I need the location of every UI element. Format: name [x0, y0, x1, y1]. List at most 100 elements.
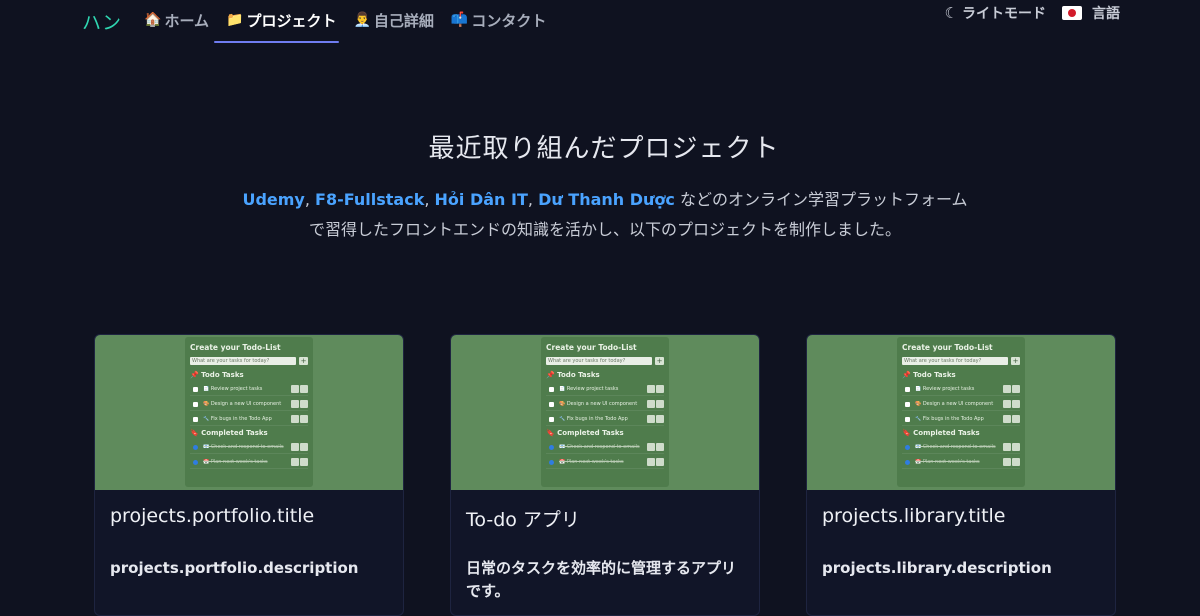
- moon-icon: ☾: [944, 4, 958, 22]
- project-description: projects.portfolio.description: [110, 559, 359, 577]
- project-card-portfolio[interactable]: Create your Todo-List What are your task…: [94, 334, 404, 616]
- project-thumbnail: Create your Todo-List What are your task…: [95, 335, 403, 490]
- home-icon: 🏠: [144, 12, 162, 28]
- nav-item-home[interactable]: 🏠 ホーム: [144, 0, 218, 40]
- nav-controls: ☾ ライトモード 言語: [945, 0, 1120, 26]
- todo-input-row: What are your tasks for today? +: [546, 357, 664, 365]
- completed-section-heading: 🔖 Completed Tasks: [190, 429, 268, 437]
- folder-icon: 📁: [226, 12, 244, 28]
- mailbox-icon: 📫: [450, 12, 469, 28]
- task-text: 🎨 Design a new UI component: [203, 401, 282, 407]
- todo-preview: Create your Todo-List What are your task…: [541, 337, 669, 487]
- list-item: 🎨 Design a new UI component: [546, 398, 664, 411]
- todo-input-row: What are your tasks for today? +: [902, 357, 1020, 365]
- completed-section-heading: 🔖 Completed Tasks: [546, 429, 624, 437]
- edit-icon: [291, 415, 299, 423]
- task-text: 🔧 Fix bugs in the Todo App: [559, 416, 628, 422]
- intro-tail: などのオンライン学習プラットフォーム: [680, 190, 968, 209]
- trash-icon: [1012, 400, 1020, 408]
- intro-text: Udemy, F8-Fullstack, Hỏi Dân IT, Dư Than…: [0, 185, 1200, 245]
- todo-heading: Create your Todo-List: [546, 343, 637, 352]
- list-item: 📅 Plan next week's tasks: [546, 456, 664, 469]
- todo-input: What are your tasks for today?: [546, 357, 652, 365]
- todo-heading: Create your Todo-List: [190, 343, 281, 352]
- task-text: 📄 Review project tasks: [559, 386, 619, 392]
- list-item: 📧 Check and respond to emails: [902, 441, 1020, 454]
- edit-icon: [291, 385, 299, 393]
- project-title: To-do アプリ: [466, 509, 580, 531]
- edit-icon: [1003, 458, 1011, 466]
- brand-logo[interactable]: ハン: [82, 8, 122, 35]
- plus-icon: +: [1011, 357, 1020, 365]
- page-title: 最近取り組んだプロジェクト: [428, 134, 780, 164]
- task-actions: [1003, 415, 1020, 423]
- checkbox: [905, 401, 910, 407]
- completed-section-heading: 🔖 Completed Tasks: [902, 429, 980, 437]
- language-button[interactable]: 言語: [1062, 3, 1120, 23]
- japan-flag-icon: [1062, 6, 1082, 20]
- task-text: 📅 Plan next week's tasks: [915, 459, 980, 465]
- task-actions: [291, 400, 308, 408]
- list-item: 📧 Check and respond to emails: [546, 441, 664, 454]
- task-actions: [647, 415, 664, 423]
- platform-name: F8-Fullstack: [315, 190, 425, 209]
- task-text: 🔧 Fix bugs in the Todo App: [915, 416, 984, 422]
- plus-icon: +: [655, 357, 664, 365]
- trash-icon: [300, 400, 308, 408]
- nav-item-about[interactable]: 👨‍💼 自己詳細: [353, 0, 442, 40]
- todo-input: What are your tasks for today?: [190, 357, 296, 365]
- list-item: 📅 Plan next week's tasks: [190, 456, 308, 469]
- edit-icon: [647, 415, 655, 423]
- todo-section-heading: 📌 Todo Tasks: [546, 371, 600, 379]
- trash-icon: [1012, 443, 1020, 451]
- list-item: 🎨 Design a new UI component: [190, 398, 308, 411]
- theme-toggle-button[interactable]: ☾ ライトモード: [945, 3, 1046, 23]
- project-thumbnail: Create your Todo-List What are your task…: [451, 335, 759, 490]
- task-actions: [1003, 443, 1020, 451]
- platform-name: Udemy: [242, 190, 305, 209]
- trash-icon: [300, 385, 308, 393]
- edit-icon: [291, 443, 299, 451]
- task-actions: [1003, 458, 1020, 466]
- list-item: 🔧 Fix bugs in the Todo App: [546, 413, 664, 426]
- task-text: 📧 Check and respond to emails: [559, 444, 640, 450]
- checked-checkbox: [193, 444, 198, 450]
- nav-item-label: コンタクト: [471, 11, 547, 30]
- nav-item-contact[interactable]: 📫 コンタクト: [451, 0, 555, 40]
- trash-icon: [1012, 385, 1020, 393]
- task-actions: [647, 400, 664, 408]
- list-item: 📄 Review project tasks: [546, 383, 664, 396]
- trash-icon: [1012, 415, 1020, 423]
- list-item: 🎨 Design a new UI component: [902, 398, 1020, 411]
- edit-icon: [647, 385, 655, 393]
- nav-item-projects[interactable]: 📁 プロジェクト: [226, 0, 345, 40]
- checkbox: [549, 416, 554, 422]
- trash-icon: [656, 415, 664, 423]
- todo-section-heading: 📌 Todo Tasks: [902, 371, 956, 379]
- project-card-todo[interactable]: Create your Todo-List What are your task…: [450, 334, 760, 616]
- edit-icon: [291, 458, 299, 466]
- task-text: 🔧 Fix bugs in the Todo App: [203, 416, 272, 422]
- checkbox: [549, 401, 554, 407]
- task-actions: [1003, 385, 1020, 393]
- nav-item-label: プロジェクト: [246, 11, 337, 30]
- edit-icon: [1003, 385, 1011, 393]
- trash-icon: [300, 443, 308, 451]
- edit-icon: [1003, 443, 1011, 451]
- task-actions: [291, 458, 308, 466]
- checkbox: [193, 401, 198, 407]
- nav-item-label: ホーム: [164, 11, 209, 30]
- edit-icon: [647, 443, 655, 451]
- project-card-library[interactable]: Create your Todo-List What are your task…: [806, 334, 1116, 616]
- checked-checkbox: [905, 444, 910, 450]
- task-actions: [291, 385, 308, 393]
- project-title: projects.portfolio.title: [110, 505, 315, 527]
- todo-heading: Create your Todo-List: [902, 343, 993, 352]
- checkbox: [549, 386, 554, 392]
- edit-icon: [647, 400, 655, 408]
- task-actions: [291, 443, 308, 451]
- trash-icon: [300, 458, 308, 466]
- checkbox: [905, 416, 910, 422]
- separator: ,: [527, 190, 533, 209]
- task-text: 📅 Plan next week's tasks: [559, 459, 624, 465]
